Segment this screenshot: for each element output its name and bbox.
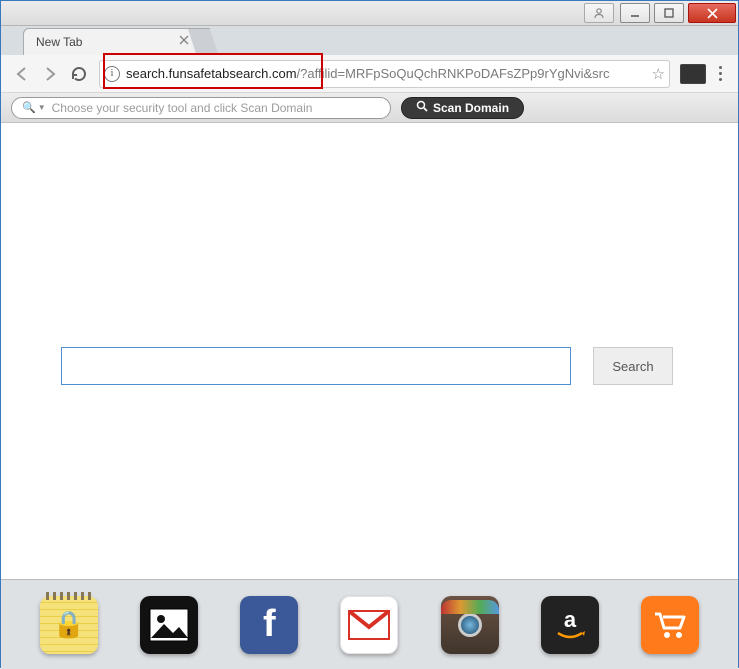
navigation-bar: i search.funsafetabsearch.com/?affilid=M… [1, 55, 738, 93]
main-search-button[interactable]: Search [593, 347, 673, 385]
svg-text:a: a [564, 607, 577, 632]
dock-shopping[interactable] [641, 596, 699, 654]
bookmark-star-icon[interactable]: ☆ [652, 65, 665, 83]
address-host: search.funsafetabsearch.com [126, 66, 297, 81]
dock-gmail[interactable] [340, 596, 398, 654]
dock-gallery[interactable] [140, 596, 198, 654]
dock-amazon[interactable]: a [541, 596, 599, 654]
page-content: Search 🔒 f a [1, 123, 738, 669]
minimize-button[interactable] [620, 3, 650, 23]
cart-icon [651, 608, 689, 642]
dropdown-caret-icon[interactable]: ▼ [38, 103, 46, 112]
scan-placeholder: Choose your security tool and click Scan… [52, 101, 313, 115]
back-button[interactable] [9, 61, 35, 87]
window-titlebar [1, 1, 738, 26]
tab-strip: New Tab [1, 26, 738, 55]
lock-icon: 🔒 [53, 609, 85, 640]
tab-new-tab[interactable]: New Tab [23, 28, 198, 55]
address-bar[interactable]: i search.funsafetabsearch.com/?affilid=M… [99, 60, 670, 88]
user-icon[interactable] [584, 3, 614, 23]
gmail-icon [347, 609, 391, 641]
scan-domain-input[interactable]: 🔍 ▼ Choose your security tool and click … [11, 97, 391, 119]
amazon-icon: a [550, 605, 590, 645]
instagram-stripe [441, 600, 499, 614]
maximize-button[interactable] [654, 3, 684, 23]
main-search-input[interactable] [61, 347, 571, 385]
extension-icon[interactable] [680, 64, 706, 84]
site-info-icon[interactable]: i [104, 66, 120, 82]
tab-close-icon[interactable] [179, 34, 189, 48]
close-button[interactable] [688, 3, 736, 23]
search-icon: 🔍 [22, 101, 36, 114]
dock-facebook[interactable]: f [240, 596, 298, 654]
dock-instagram[interactable] [441, 596, 499, 654]
scan-button-label: Scan Domain [433, 101, 509, 115]
reload-button[interactable] [65, 61, 91, 87]
scan-domain-button[interactable]: Scan Domain [401, 97, 524, 119]
scan-toolbar: 🔍 ▼ Choose your security tool and click … [1, 93, 738, 123]
gallery-icon [149, 608, 189, 642]
dock-secure-notes[interactable]: 🔒 [40, 596, 98, 654]
tab-title: New Tab [36, 35, 82, 49]
address-path: /?affilid=MRFpSoQuQchRNKPoDAFsZPp9rYgNvi… [297, 66, 610, 81]
facebook-icon: f [263, 603, 276, 646]
forward-button[interactable] [37, 61, 63, 87]
menu-kebab-icon[interactable] [710, 66, 730, 81]
instagram-lens-icon [458, 613, 482, 637]
search-icon [416, 100, 428, 115]
dock: 🔒 f a [1, 579, 738, 669]
